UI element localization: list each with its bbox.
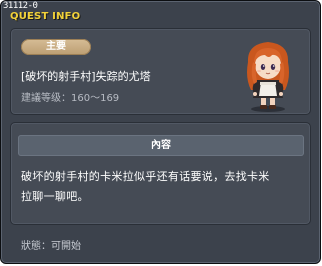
quest-description-line: 破坏的射手村的卡米拉似乎还有话要说，去找卡米 [21,170,270,183]
window-title: QUEST INFO [10,11,81,22]
quest-description-line: 拉聊一聊吧。 [21,190,89,203]
quest-info-window: 31112-0 QUEST INFO 主要 [破坏的射手村]失踪的尤塔 建議等级… [0,0,321,264]
npc-portrait-icon [247,42,289,112]
quest-description: 破坏的射手村的卡米拉似乎还有话要说，去找卡米 拉聊一聊吧。 [21,167,303,207]
quest-content-panel: 內容 破坏的射手村的卡米拉似乎还有话要说，去找卡米 拉聊一聊吧。 [10,122,311,225]
content-section-header: 內容 [18,135,304,156]
title-bar[interactable]: 31112-0 QUEST INFO [1,1,320,25]
quest-status: 狀態：可開始 [21,241,81,252]
quest-category-badge: 主要 [21,39,91,55]
quest-name: [破坏的射手村]失踪的尤塔 [21,70,151,83]
recommended-level: 建議等级：160～169 [21,93,120,104]
quest-summary-panel: 主要 [破坏的射手村]失踪的尤塔 建議等级：160～169 [10,28,311,115]
